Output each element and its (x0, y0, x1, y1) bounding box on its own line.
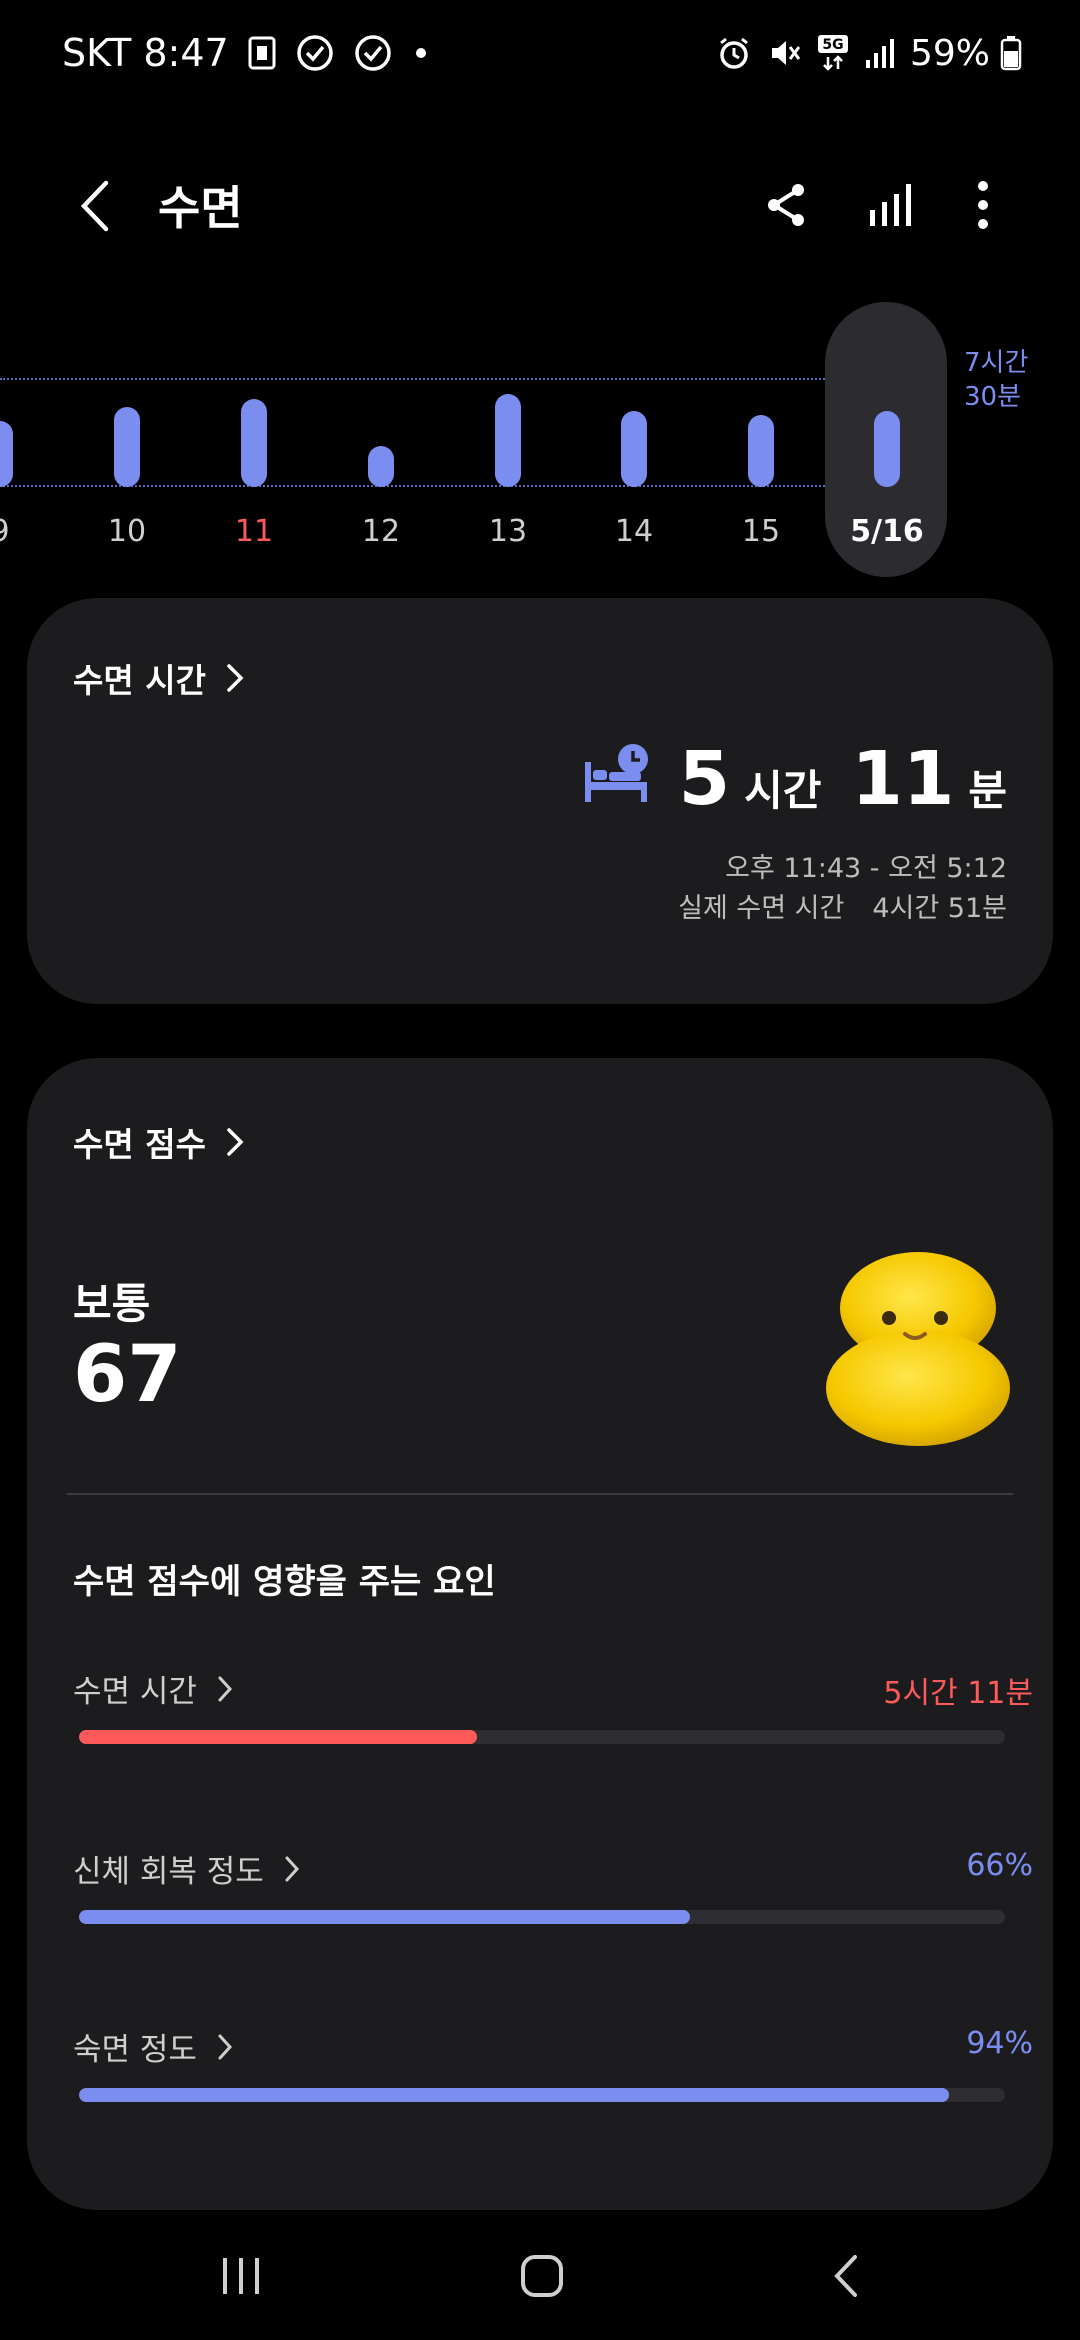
sleep-score-title-label: 수면 점수 (73, 1125, 206, 1164)
day-label[interactable]: 10 (87, 514, 167, 549)
status-left: SKT 8:47 (62, 28, 431, 78)
factor-value: 94% (966, 2026, 1033, 2061)
factor-row[interactable]: 신체 회복 정도 66% (73, 1846, 1033, 1936)
factor-progress-track (79, 1910, 1005, 1924)
sleep-score-card: 수면 점수 보통 67 수면 점수에 영향을 주는 요인 수면 시간 5시간 11… (27, 1058, 1053, 2210)
recent-apps-button[interactable] (201, 2246, 281, 2306)
home-button[interactable] (502, 2246, 582, 2306)
chart-bar[interactable] (114, 407, 140, 487)
chart-bar[interactable] (748, 415, 774, 487)
page-title: 수면 (158, 181, 243, 235)
back-nav-button[interactable] (806, 2246, 886, 2306)
alarm-icon (716, 35, 752, 71)
status-right: 5G 59% (716, 28, 1022, 78)
sleep-hours-unit: 시간 (744, 766, 822, 815)
battery-percent: 59% (909, 32, 990, 74)
more-vertical-icon (978, 181, 988, 229)
factor-label: 숙면 정도 (73, 2024, 233, 2069)
battery-icon (1000, 35, 1022, 71)
sleep-time-card[interactable]: 수면 시간 5 시간 11 분 오후 11:43 - 오전 5:12 실제 수면… (27, 598, 1053, 1004)
chevron-right-icon (217, 2033, 233, 2061)
factor-row[interactable]: 숙면 정도 94% (73, 2024, 1033, 2114)
factor-label: 신체 회복 정도 (73, 1846, 300, 1891)
day-label[interactable]: 12 (341, 514, 421, 549)
back-button[interactable] (70, 178, 120, 234)
factor-progress-fill (79, 1910, 691, 1924)
factor-label: 수면 시간 (73, 1666, 233, 1711)
trends-button[interactable] (866, 180, 916, 230)
factor-label-text: 수면 시간 (73, 1674, 197, 1710)
mute-icon (766, 35, 802, 71)
actual-sleep-label: 실제 수면 시간 (678, 893, 845, 924)
reference-label: 7시간 30분 (964, 348, 1029, 412)
sleep-time-title-label: 수면 시간 (73, 661, 206, 700)
factors-title: 수면 점수에 영향을 주는 요인 (73, 1562, 496, 1602)
chart-bar[interactable] (874, 411, 900, 487)
mascot-image (823, 1248, 1013, 1448)
bed-clock-icon (583, 742, 649, 808)
actual-sleep-value: 4시간 51분 (872, 893, 1007, 924)
factor-progress-track (79, 1730, 1005, 1744)
chart-bar[interactable] (241, 399, 267, 487)
check-clock-icon (295, 33, 335, 73)
score-rating: 보통 (73, 1279, 151, 1328)
factor-value: 5시간 11분 (883, 1676, 1033, 1711)
check-clock-icon (353, 33, 393, 73)
more-options-button[interactable] (968, 180, 998, 230)
day-label[interactable]: 13 (468, 514, 548, 549)
factor-progress-track (79, 2088, 1005, 2102)
chevron-left-icon (834, 2255, 857, 2297)
chevron-right-icon (284, 1855, 300, 1883)
factor-row[interactable]: 수면 시간 5시간 11분 (73, 1666, 1033, 1756)
factor-progress-fill (79, 1730, 478, 1744)
chart-bar[interactable] (621, 411, 647, 487)
chevron-right-icon (217, 1675, 233, 1703)
sim-card-icon (247, 36, 277, 70)
divider (67, 1493, 1013, 1495)
home-icon (521, 2255, 563, 2297)
chart-bar[interactable] (495, 394, 521, 487)
network-5g-icon: 5G (816, 33, 850, 73)
share-button[interactable] (762, 180, 812, 230)
chevron-right-icon (226, 663, 244, 693)
sleep-score-title[interactable]: 수면 점수 (73, 1118, 244, 1166)
recent-apps-icon (223, 2258, 259, 2294)
factor-label-text: 신체 회복 정도 (73, 1854, 264, 1890)
navigation-bar (0, 2212, 1080, 2340)
day-label[interactable]: 14 (594, 514, 674, 549)
sleep-time-title[interactable]: 수면 시간 (73, 654, 244, 702)
carrier-time: SKT 8:47 (62, 31, 229, 75)
day-label[interactable]: 11 (214, 514, 294, 549)
app-bar: 수면 (0, 160, 1080, 250)
actual-sleep-time: 실제 수면 시간 4시간 51분 (678, 886, 1007, 925)
day-label[interactable]: 15 (721, 514, 801, 549)
signal-icon (864, 36, 896, 70)
chevron-right-icon (226, 1127, 244, 1157)
reference-line-target (0, 378, 825, 380)
share-icon (768, 184, 804, 226)
day-label[interactable]: 9 (0, 514, 40, 549)
sleep-minutes-unit: 분 (968, 766, 1007, 815)
notification-dot-icon (411, 43, 431, 63)
day-label[interactable]: 5/16 (847, 514, 927, 549)
chart-bar[interactable] (368, 446, 394, 487)
chevron-left-icon (80, 180, 109, 232)
factor-value: 66% (966, 1848, 1033, 1883)
sleep-hours: 5 (678, 736, 731, 822)
status-bar: SKT 8:47 5G 59% (0, 0, 1080, 105)
factor-progress-fill (79, 2088, 950, 2102)
sleep-time-range: 오후 11:43 - 오전 5:12 (725, 853, 1007, 884)
sleep-minutes: 11 (851, 736, 955, 822)
sleep-bar-chart[interactable]: 7시간 30분 9 10 11 12 13 14 15 5/16 (0, 300, 1080, 590)
sleep-duration: 5 시간 11 분 (583, 726, 1007, 816)
chart-bar[interactable] (0, 421, 13, 487)
svg-text:5G: 5G (822, 37, 843, 53)
score-value: 67 (73, 1330, 182, 1420)
factor-label-text: 숙면 정도 (73, 2032, 197, 2068)
bar-chart-icon (870, 184, 911, 226)
